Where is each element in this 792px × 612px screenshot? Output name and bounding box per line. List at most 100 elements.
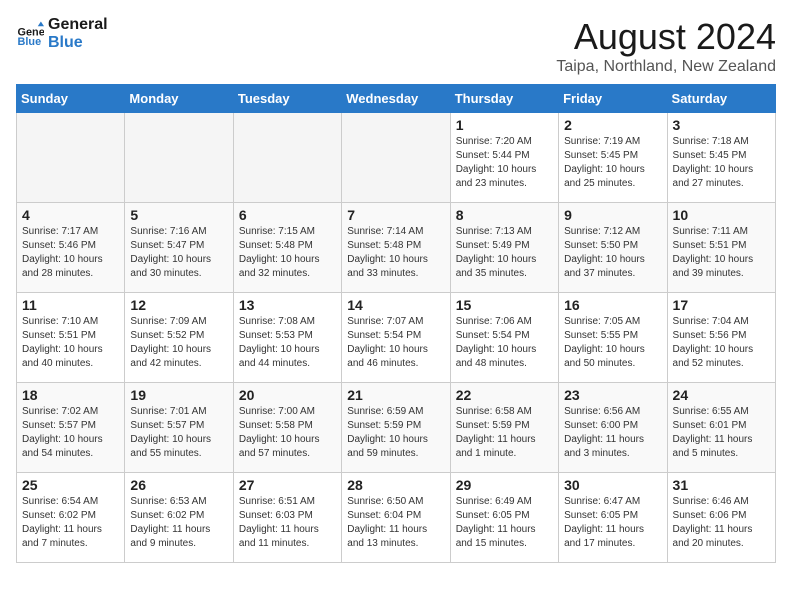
day-info: Sunrise: 7:06 AMSunset: 5:54 PMDaylight:… <box>456 315 553 371</box>
day-info: Sunrise: 6:51 AMSunset: 6:03 PMDaylight:… <box>239 495 336 551</box>
day-info: Sunrise: 7:04 AMSunset: 5:56 PMDaylight:… <box>673 315 770 371</box>
day-number: 23 <box>564 387 661 403</box>
weekday-header-row: SundayMondayTuesdayWednesdayThursdayFrid… <box>17 85 776 113</box>
weekday-header: Friday <box>559 85 667 113</box>
calendar-cell: 21Sunrise: 6:59 AMSunset: 5:59 PMDayligh… <box>342 383 450 473</box>
day-number: 7 <box>347 207 444 223</box>
day-number: 27 <box>239 477 336 493</box>
calendar-cell: 28 Sunrise: 6:50 AMSunset: 6:04 PMDayligh… <box>342 473 450 563</box>
calendar-cell: 22Sunrise: 6:58 AMSunset: 5:59 PMDayligh… <box>450 383 558 473</box>
calendar-week-row: 25 Sunrise: 6:54 AMSunset: 6:02 PMDayligh… <box>17 473 776 563</box>
calendar-cell: 20Sunrise: 7:00 AMSunset: 5:58 PMDayligh… <box>233 383 341 473</box>
day-info: Sunrise: 7:00 AMSunset: 5:58 PMDaylight:… <box>239 405 336 461</box>
day-info: Sunrise: 7:16 AMSunset: 5:47 PMDaylight:… <box>130 225 227 281</box>
day-number: 14 <box>347 297 444 313</box>
day-number: 26 <box>130 477 227 493</box>
svg-text:Blue: Blue <box>18 35 42 47</box>
page-header: General Blue General Blue August 2024 Ta… <box>16 16 776 76</box>
day-number: 18 <box>22 387 119 403</box>
calendar-week-row: 1 Sunrise: 7:20 AMSunset: 5:44 PMDaylight… <box>17 113 776 203</box>
calendar-cell: 27 Sunrise: 6:51 AMSunset: 6:03 PMDayligh… <box>233 473 341 563</box>
calendar-week-row: 11 Sunrise: 7:10 AMSunset: 5:51 PMDayligh… <box>17 293 776 383</box>
calendar-cell: 18 Sunrise: 7:02 AMSunset: 5:57 PMDayligh… <box>17 383 125 473</box>
calendar-cell <box>17 113 125 203</box>
day-info: Sunrise: 7:07 AMSunset: 5:54 PMDaylight:… <box>347 315 444 371</box>
day-info: Sunrise: 6:49 AMSunset: 6:05 PMDaylight:… <box>456 495 553 551</box>
day-info: Sunrise: 7:05 AMSunset: 5:55 PMDaylight:… <box>564 315 661 371</box>
day-info: Sunrise: 6:50 AMSunset: 6:04 PMDaylight:… <box>347 495 444 551</box>
day-number: 19 <box>130 387 227 403</box>
day-info: Sunrise: 7:01 AMSunset: 5:57 PMDaylight:… <box>130 405 227 461</box>
day-info: Sunrise: 7:08 AMSunset: 5:53 PMDaylight:… <box>239 315 336 371</box>
calendar-cell: 30 Sunrise: 6:47 AMSunset: 6:05 PMDayligh… <box>559 473 667 563</box>
calendar-cell <box>233 113 341 203</box>
calendar-cell: 12Sunrise: 7:09 AMSunset: 5:52 PMDayligh… <box>125 293 233 383</box>
logo-icon: General Blue <box>16 20 44 48</box>
day-info: Sunrise: 7:19 AMSunset: 5:45 PMDaylight:… <box>564 135 661 191</box>
calendar-cell: 3 Sunrise: 7:18 AMSunset: 5:45 PMDaylight… <box>667 113 775 203</box>
calendar-cell: 13 Sunrise: 7:08 AMSunset: 5:53 PMDayligh… <box>233 293 341 383</box>
day-info: Sunrise: 7:14 AMSunset: 5:48 PMDaylight:… <box>347 225 444 281</box>
calendar-week-row: 4Sunrise: 7:17 AMSunset: 5:46 PMDaylight… <box>17 203 776 293</box>
day-info: Sunrise: 6:47 AMSunset: 6:05 PMDaylight:… <box>564 495 661 551</box>
day-info: Sunrise: 7:20 AMSunset: 5:44 PMDaylight:… <box>456 135 553 191</box>
weekday-header: Sunday <box>17 85 125 113</box>
calendar-cell: 2 Sunrise: 7:19 AMSunset: 5:45 PMDaylight… <box>559 113 667 203</box>
calendar-cell: 9Sunrise: 7:12 AMSunset: 5:50 PMDaylight… <box>559 203 667 293</box>
day-number: 29 <box>456 477 553 493</box>
logo-general: General <box>48 16 108 34</box>
calendar-week-row: 18 Sunrise: 7:02 AMSunset: 5:57 PMDayligh… <box>17 383 776 473</box>
day-number: 1 <box>456 117 553 133</box>
logo-blue: Blue <box>48 34 108 52</box>
day-info: Sunrise: 6:59 AMSunset: 5:59 PMDaylight:… <box>347 405 444 461</box>
day-info: Sunrise: 7:02 AMSunset: 5:57 PMDaylight:… <box>22 405 119 461</box>
day-number: 31 <box>673 477 770 493</box>
day-info: Sunrise: 7:10 AMSunset: 5:51 PMDaylight:… <box>22 315 119 371</box>
day-info: Sunrise: 6:54 AMSunset: 6:02 PMDaylight:… <box>22 495 119 551</box>
day-info: Sunrise: 7:15 AMSunset: 5:48 PMDaylight:… <box>239 225 336 281</box>
weekday-header: Wednesday <box>342 85 450 113</box>
day-number: 9 <box>564 207 661 223</box>
day-info: Sunrise: 6:46 AMSunset: 6:06 PMDaylight:… <box>673 495 770 551</box>
day-info: Sunrise: 7:18 AMSunset: 5:45 PMDaylight:… <box>673 135 770 191</box>
day-number: 2 <box>564 117 661 133</box>
day-number: 3 <box>673 117 770 133</box>
calendar-cell <box>125 113 233 203</box>
calendar-cell: 14 Sunrise: 7:07 AMSunset: 5:54 PMDayligh… <box>342 293 450 383</box>
calendar-cell: 26Sunrise: 6:53 AMSunset: 6:02 PMDayligh… <box>125 473 233 563</box>
calendar-cell: 10Sunrise: 7:11 AMSunset: 5:51 PMDayligh… <box>667 203 775 293</box>
day-info: Sunrise: 6:56 AMSunset: 6:00 PMDaylight:… <box>564 405 661 461</box>
day-number: 24 <box>673 387 770 403</box>
day-number: 28 <box>347 477 444 493</box>
title-area: August 2024 Taipa, Northland, New Zealan… <box>556 16 776 76</box>
calendar-cell: 8Sunrise: 7:13 AMSunset: 5:49 PMDaylight… <box>450 203 558 293</box>
location: Taipa, Northland, New Zealand <box>556 58 776 76</box>
logo: General Blue General Blue <box>16 16 108 51</box>
day-number: 30 <box>564 477 661 493</box>
calendar-cell: 5Sunrise: 7:16 AMSunset: 5:47 PMDaylight… <box>125 203 233 293</box>
day-info: Sunrise: 6:58 AMSunset: 5:59 PMDaylight:… <box>456 405 553 461</box>
calendar-cell: 1 Sunrise: 7:20 AMSunset: 5:44 PMDaylight… <box>450 113 558 203</box>
calendar-cell: 23 Sunrise: 6:56 AMSunset: 6:00 PMDayligh… <box>559 383 667 473</box>
day-number: 25 <box>22 477 119 493</box>
calendar-cell: 15 Sunrise: 7:06 AMSunset: 5:54 PMDayligh… <box>450 293 558 383</box>
calendar-cell: 19 Sunrise: 7:01 AMSunset: 5:57 PMDayligh… <box>125 383 233 473</box>
day-number: 6 <box>239 207 336 223</box>
calendar-table: SundayMondayTuesdayWednesdayThursdayFrid… <box>16 84 776 563</box>
day-number: 16 <box>564 297 661 313</box>
calendar-cell: 31 Sunrise: 6:46 AMSunset: 6:06 PMDayligh… <box>667 473 775 563</box>
day-number: 11 <box>22 297 119 313</box>
calendar-cell: 4Sunrise: 7:17 AMSunset: 5:46 PMDaylight… <box>17 203 125 293</box>
weekday-header: Tuesday <box>233 85 341 113</box>
day-number: 17 <box>673 297 770 313</box>
day-number: 13 <box>239 297 336 313</box>
day-info: Sunrise: 7:11 AMSunset: 5:51 PMDaylight:… <box>673 225 770 281</box>
weekday-header: Saturday <box>667 85 775 113</box>
calendar-cell: 7 Sunrise: 7:14 AMSunset: 5:48 PMDaylight… <box>342 203 450 293</box>
weekday-header: Monday <box>125 85 233 113</box>
day-info: Sunrise: 6:55 AMSunset: 6:01 PMDaylight:… <box>673 405 770 461</box>
day-info: Sunrise: 7:09 AMSunset: 5:52 PMDaylight:… <box>130 315 227 371</box>
day-number: 4 <box>22 207 119 223</box>
day-number: 8 <box>456 207 553 223</box>
day-number: 15 <box>456 297 553 313</box>
